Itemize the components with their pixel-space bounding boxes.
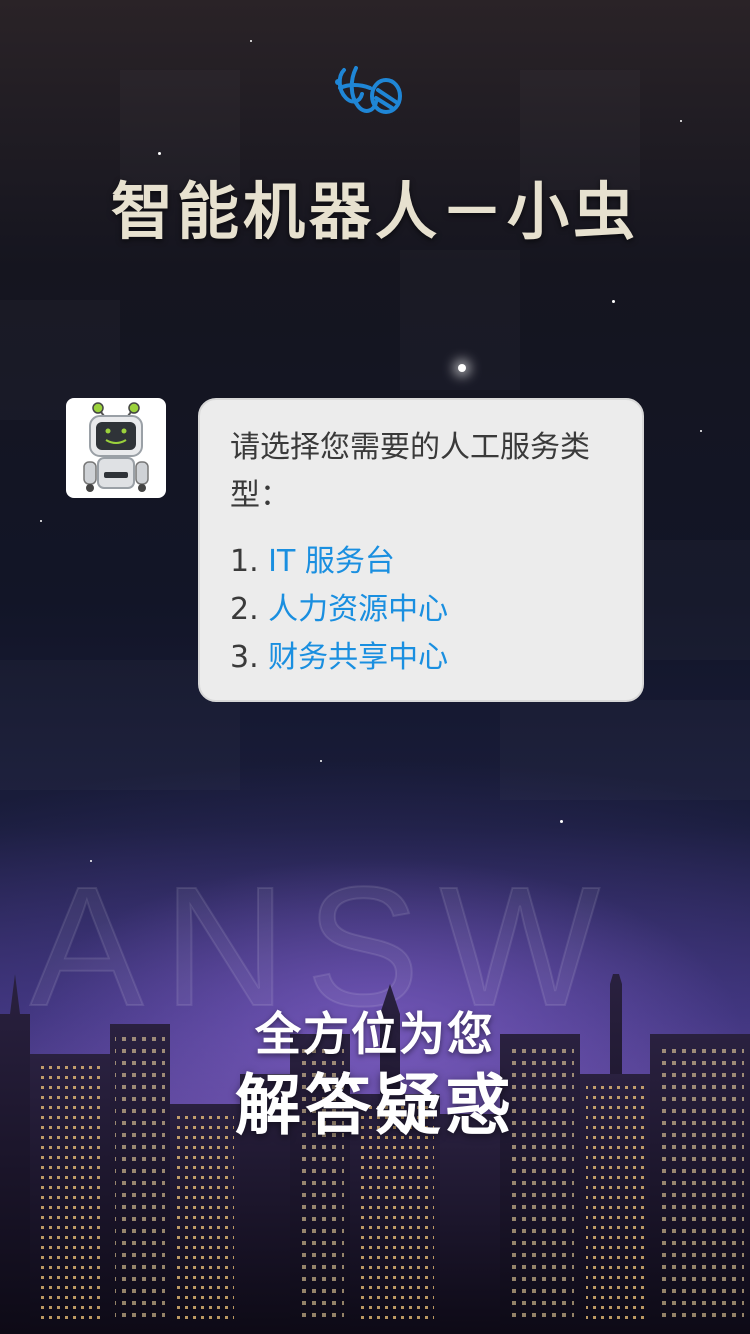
app-title: 智能机器人－小虫 xyxy=(110,175,639,248)
option-link-it-service-desk[interactable]: IT 服务台 xyxy=(268,544,395,579)
star xyxy=(320,760,322,762)
star xyxy=(250,40,252,42)
star xyxy=(560,820,563,823)
bg-tile xyxy=(640,540,750,660)
option-link-finance-center[interactable]: 财务共享中心 xyxy=(268,640,448,675)
star xyxy=(680,120,682,122)
service-option-finance: 3. 财务共享中心 xyxy=(230,634,612,682)
option-number: 3. xyxy=(230,640,259,675)
chat-bubble: 请选择您需要的人工服务类型： 1. IT 服务台 2. 人力资源中心 3. 财务… xyxy=(198,398,644,702)
tagline-line-2: 解答疑惑 xyxy=(235,1067,515,1144)
star xyxy=(700,430,702,432)
bee-logo-icon xyxy=(335,66,402,114)
option-link-hr-center[interactable]: 人力资源中心 xyxy=(268,592,448,627)
chat-prompt: 请选择您需要的人工服务类型： xyxy=(230,430,590,513)
robot-avatar-icon xyxy=(83,402,149,492)
star xyxy=(612,300,615,303)
service-option-it: 1. IT 服务台 xyxy=(230,538,612,586)
service-option-hr: 2. 人力资源中心 xyxy=(230,586,612,634)
star xyxy=(158,152,161,155)
tagline-line-1: 全方位为您 xyxy=(255,1007,495,1061)
star xyxy=(458,364,466,372)
option-number: 2. xyxy=(230,592,259,627)
bg-tile xyxy=(500,700,750,800)
option-number: 1. xyxy=(230,544,259,579)
robot-avatar[interactable] xyxy=(66,398,166,498)
star xyxy=(40,520,42,522)
